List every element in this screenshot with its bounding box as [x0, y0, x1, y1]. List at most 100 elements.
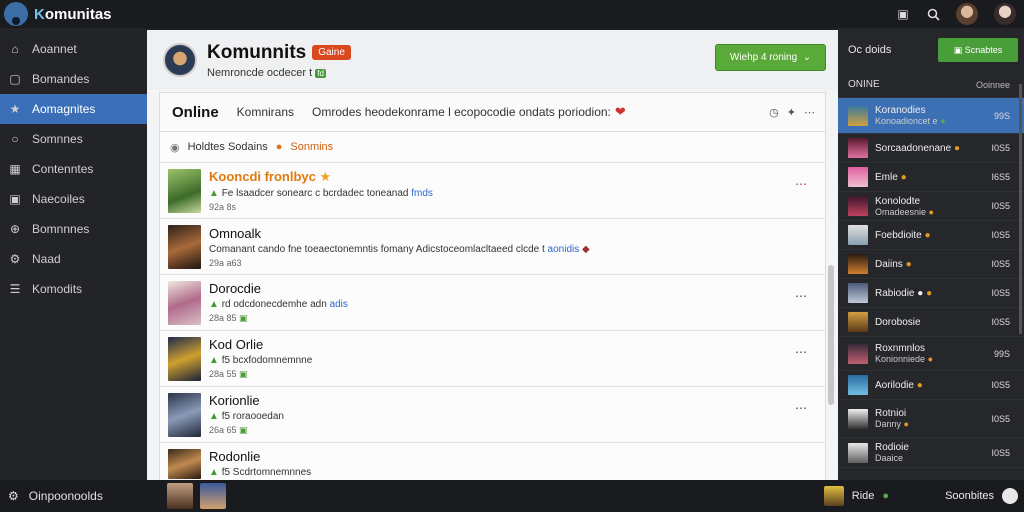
member-avatar: [848, 442, 868, 463]
online-section-right[interactable]: Ooinnee: [976, 80, 1010, 90]
sidebar-item-8[interactable]: ☰ Komodits: [0, 274, 147, 304]
list-item[interactable]: Kod Orlie ▲ f5 bcxfodomnemnne 28a 55 ▣ ⋯: [160, 330, 825, 386]
member-item[interactable]: Koranodies Konoadioncet e ● 99S: [838, 98, 1024, 134]
filter-right[interactable]: Sonmins: [290, 141, 333, 153]
right-scrollbar[interactable]: [1019, 84, 1022, 334]
post-title[interactable]: Omnoalk: [209, 226, 261, 241]
post-thumbnail[interactable]: [168, 392, 201, 437]
member-avatar: [848, 167, 868, 187]
member-item[interactable]: Sorcaadonenane ● I0S5: [838, 134, 1024, 163]
app-logo-icon[interactable]: [4, 2, 28, 26]
sidebar-item-3[interactable]: ○ Somnnes: [0, 124, 147, 154]
member-item[interactable]: Roxnmnlos Konionniede ● 99S: [838, 337, 1024, 371]
group-avatar[interactable]: [163, 43, 197, 77]
sidebar-item-1[interactable]: ▢ Bomandes: [0, 64, 147, 94]
more-icon[interactable]: ⋯: [804, 106, 815, 119]
more-icon[interactable]: ⋯: [795, 345, 807, 359]
join-button[interactable]: Wiehp 4 roning ⌄: [715, 44, 826, 71]
member-item[interactable]: Emle ● I6S5: [838, 163, 1024, 192]
list-item[interactable]: Kooncdi fronlbyc ★ ▲ Fe lsaadcer sonearc…: [160, 162, 825, 218]
bottom-right-avatar[interactable]: [823, 486, 844, 506]
pin-icon[interactable]: ✦: [787, 106, 796, 119]
app-title: Komunitas: [34, 5, 112, 23]
member-item[interactable]: Dorobosie I0S5: [838, 308, 1024, 337]
post-title[interactable]: Rodonlie: [209, 449, 260, 464]
member-count: I0S5: [991, 317, 1010, 327]
comment-icon[interactable]: ▣: [239, 425, 248, 435]
upvote-icon[interactable]: ▲: [209, 467, 219, 478]
upvote-icon[interactable]: ▲: [209, 299, 219, 310]
upvote-icon[interactable]: ▲: [209, 355, 219, 366]
right-panel-button[interactable]: ▣ Scnabtes: [938, 38, 1018, 62]
member-item[interactable]: Rodioie Daaice I0S5: [838, 438, 1024, 468]
member-item[interactable]: Aorilodie ● I0S5: [838, 371, 1024, 400]
bottom-left-item[interactable]: ⚙ Oinpoonoolds: [0, 489, 160, 503]
post-link[interactable]: fmds: [411, 188, 433, 199]
window-icon[interactable]: ▣: [896, 7, 910, 21]
sidebar-item-0[interactable]: ⌂ Aoannet: [0, 34, 147, 64]
list-item[interactable]: Dorocdie ▲ rd odcdonecdemhe adn adis 28a…: [160, 274, 825, 330]
bottom-thumbnail[interactable]: [167, 483, 193, 509]
post-thumbnail[interactable]: [168, 280, 201, 325]
member-count: I0S5: [991, 447, 1010, 458]
search-icon[interactable]: [926, 7, 940, 21]
post-thumbnail[interactable]: [168, 336, 201, 381]
sidebar-item-2[interactable]: ★ Aomagnites: [0, 94, 147, 124]
main-panel: Komunnits Gaine Nemroncde ocdecer t fd Wi…: [147, 30, 838, 480]
upvote-icon[interactable]: ▲: [209, 188, 219, 199]
comment-icon[interactable]: ▣: [239, 369, 248, 379]
filter-left[interactable]: Holdtes Sodains: [188, 141, 268, 153]
post-link[interactable]: aonidis: [548, 244, 580, 255]
more-icon[interactable]: ⋯: [795, 401, 807, 415]
toggle-switch[interactable]: [1002, 488, 1018, 504]
globe-icon: ⊕: [9, 222, 21, 236]
sidebar-item-5[interactable]: ▣ Naecoiles: [0, 184, 147, 214]
post-link[interactable]: adis: [330, 299, 348, 310]
sidebar-item-6[interactable]: ⊕ Bomnnnes: [0, 214, 147, 244]
filter-icon[interactable]: ◉: [170, 141, 180, 154]
heart-icon[interactable]: ❤: [615, 104, 626, 120]
flag-icon[interactable]: ◆: [582, 244, 590, 255]
sidebar-item-label: Aomagnites: [32, 102, 96, 116]
tab-online[interactable]: Online: [172, 104, 219, 121]
tab-description: Omrodes heodekonrame l ecopocodie ondats…: [312, 105, 611, 119]
gear-icon: ⚙: [8, 489, 19, 503]
main-scrollbar[interactable]: [828, 265, 834, 405]
more-icon[interactable]: ⋯: [795, 177, 807, 191]
post-title[interactable]: Kod Orlie: [209, 337, 263, 352]
post-thumbnail[interactable]: [168, 449, 201, 479]
post-thumbnail[interactable]: [168, 224, 201, 269]
post-title[interactable]: Korionlie: [209, 393, 260, 408]
sidebar-item-7[interactable]: ⚙ Naad: [0, 244, 147, 274]
member-item[interactable]: Konolodte Omadeesnie ● I0S5: [838, 192, 1024, 221]
star-icon: ★: [319, 169, 332, 184]
star-icon: ★: [9, 102, 21, 116]
tab-second[interactable]: Komnirans: [237, 105, 294, 119]
more-icon[interactable]: ⋯: [795, 289, 807, 303]
bottom-thumbnail[interactable]: [200, 483, 226, 509]
sidebar-item-4[interactable]: ▦ Contenntes: [0, 154, 147, 184]
member-item[interactable]: Rotnioi Danny ● I0S5: [838, 400, 1024, 438]
post-title[interactable]: Kooncdi fronlbyc: [209, 169, 316, 184]
list-item[interactable]: Omnoalk Comanant cando fne toeaectonemnt…: [160, 218, 825, 274]
post-thumbnail[interactable]: [168, 168, 201, 213]
member-item[interactable]: Daiins ● I0S5: [838, 250, 1024, 279]
post-title[interactable]: Dorocdie: [209, 281, 261, 296]
member-avatar: [848, 375, 868, 395]
sidebar-item-label: Komodits: [32, 282, 83, 296]
home-icon: ⌂: [11, 42, 19, 56]
profile-avatar[interactable]: [994, 3, 1016, 25]
member-item[interactable]: Rabiodie ● ● I0S5: [838, 279, 1024, 308]
chat-icon: ○: [11, 132, 19, 146]
list-item[interactable]: Rodonlie ▲ f5 Scdrtomnemnnes: [160, 442, 825, 480]
member-count: I0S5: [991, 288, 1010, 298]
list-item[interactable]: Korionlie ▲ f5 roraooedan 26a 65 ▣ ⋯: [160, 386, 825, 442]
refresh-icon[interactable]: ◷: [769, 106, 779, 119]
user-avatar[interactable]: [956, 3, 978, 25]
comment-icon[interactable]: ▣: [239, 313, 248, 323]
sidebar-item-label: Contenntes: [32, 162, 94, 176]
member-item[interactable]: Foebdioite ● I0S5: [838, 221, 1024, 250]
member-avatar: [848, 105, 868, 126]
top-bar: Komunitas ▣: [0, 0, 1024, 28]
upvote-icon[interactable]: ▲: [209, 411, 219, 422]
